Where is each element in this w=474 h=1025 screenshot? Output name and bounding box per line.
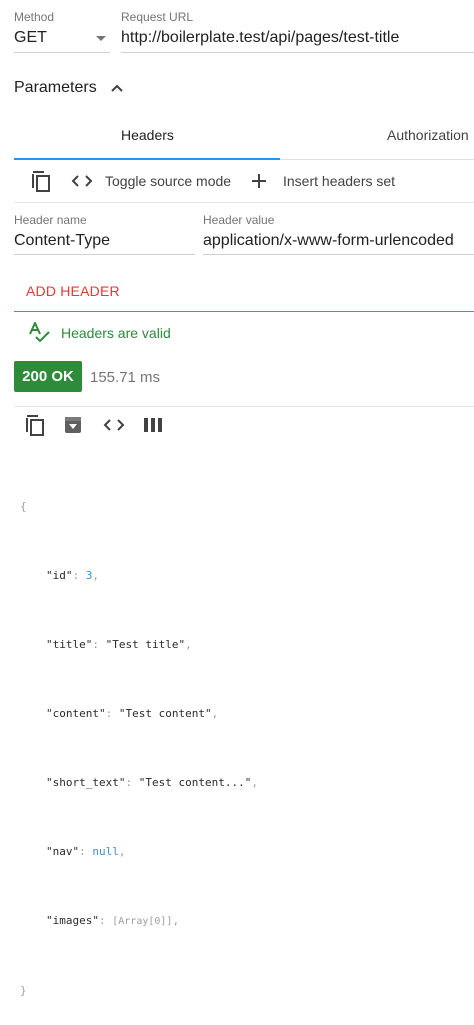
columns-view-icon[interactable] xyxy=(144,418,162,432)
code-icon[interactable] xyxy=(71,174,93,188)
json-line-title: "title": "Test title", xyxy=(46,638,192,651)
tabs-divider xyxy=(280,159,474,160)
dropdown-arrow-icon xyxy=(96,36,106,42)
response-time: 155.71 ms xyxy=(90,369,161,386)
headers-valid-text: Headers are valid xyxy=(61,325,171,341)
header-name-label: Header name xyxy=(14,213,87,227)
header-name-input[interactable]: Content-Type xyxy=(14,232,110,250)
insert-headers-set-button[interactable]: Insert headers set xyxy=(283,173,395,189)
tab-headers[interactable]: Headers xyxy=(121,127,174,143)
chevron-up-icon xyxy=(110,83,124,93)
plus-icon[interactable] xyxy=(251,173,267,189)
json-line-images[interactable]: "images": [Array[0]], xyxy=(20,909,258,933)
method-value: GET xyxy=(14,29,47,46)
json-line-content: "content": "Test content", xyxy=(46,707,219,720)
tab-authorization[interactable]: Authorization xyxy=(387,127,469,143)
active-tab-indicator xyxy=(14,158,280,160)
header-value-underline xyxy=(203,254,474,255)
header-value-label: Header value xyxy=(203,213,275,227)
method-select[interactable]: GET xyxy=(14,26,110,52)
method-label: Method xyxy=(14,10,55,24)
json-line-id: "id": 3, xyxy=(46,569,99,582)
add-header-divider xyxy=(14,311,474,312)
copy-icon[interactable] xyxy=(31,170,51,192)
json-open-brace: { xyxy=(20,500,27,513)
url-underline xyxy=(121,52,474,53)
parameters-toggle[interactable]: Parameters xyxy=(14,78,134,100)
url-input[interactable]: http://boilerplate.test/api/pages/test-t… xyxy=(121,29,399,47)
method-underline xyxy=(14,52,110,53)
save-download-icon[interactable] xyxy=(64,416,82,434)
status-badge: 200 OK xyxy=(14,361,82,392)
response-divider xyxy=(14,406,474,407)
copy-response-icon[interactable] xyxy=(25,414,45,436)
header-name-underline xyxy=(14,254,195,255)
url-label: Request URL xyxy=(121,10,194,24)
json-line-short-text: "short_text": "Test content...", xyxy=(46,776,258,789)
toggle-source-mode-button[interactable]: Toggle source mode xyxy=(105,173,231,189)
code-view-icon[interactable] xyxy=(103,418,125,432)
header-value-input[interactable]: application/x-www-form-urlencoded xyxy=(203,232,454,250)
json-response-body: { "id": 3, "title": "Test title", "conte… xyxy=(20,449,258,1025)
json-close-brace: } xyxy=(20,984,27,997)
spellcheck-icon xyxy=(28,322,50,342)
json-line-nav: "nav": null, xyxy=(46,845,126,858)
add-header-button[interactable]: ADD HEADER xyxy=(26,283,120,299)
toolbar-divider xyxy=(14,202,474,203)
parameters-label: Parameters xyxy=(14,79,97,96)
